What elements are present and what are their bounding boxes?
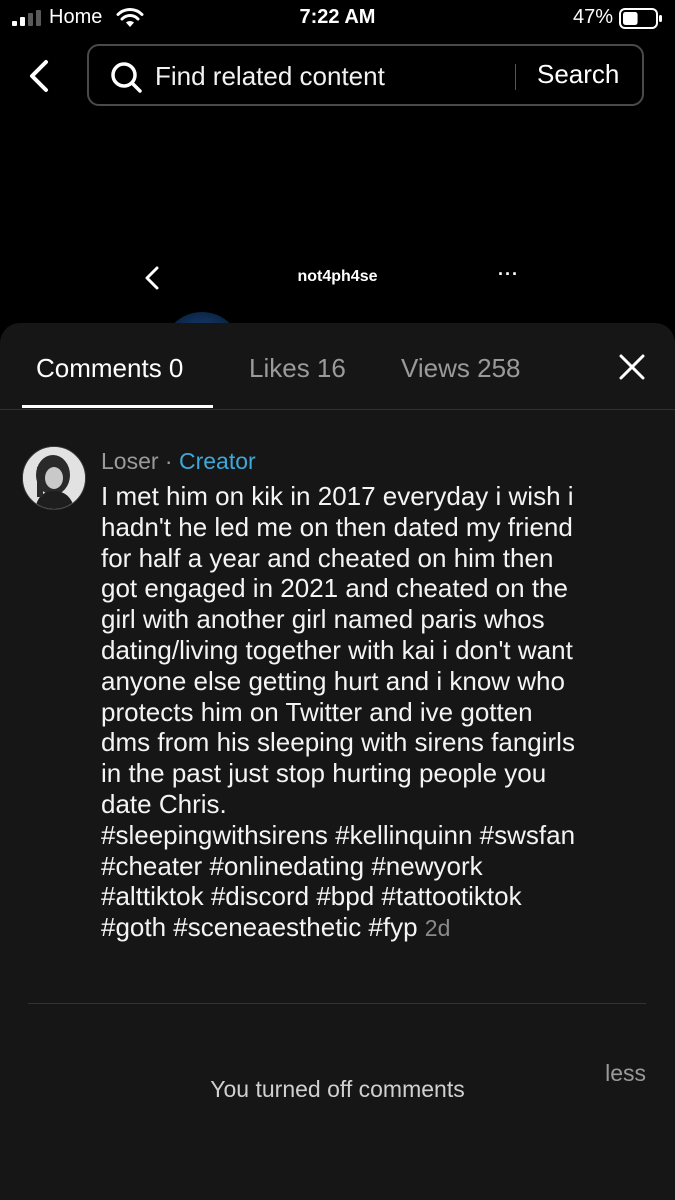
comments-off-message: You turned off comments <box>210 1076 465 1102</box>
tab-views[interactable]: Views 258 <box>401 353 521 384</box>
search-icon <box>111 62 142 93</box>
more-icon[interactable]: ··· <box>498 264 519 285</box>
tab-likes[interactable]: Likes 16 <box>249 353 346 384</box>
comments-panel: Comments 0 Likes 16 Views 258 Loser · Cr… <box>0 323 675 1200</box>
back-icon[interactable] <box>22 56 58 96</box>
video-header: not4ph4se ··· <box>0 262 675 296</box>
close-icon[interactable] <box>618 353 646 381</box>
active-tab-indicator <box>22 405 213 408</box>
comment-time: 2d <box>424 915 451 942</box>
battery-icon <box>619 8 662 29</box>
search-header: Search <box>0 44 675 108</box>
video-username[interactable]: not4ph4se <box>0 268 675 286</box>
panel-tabs: Comments 0 Likes 16 Views 258 <box>0 323 675 410</box>
search-input[interactable] <box>155 58 485 94</box>
comment-body: I met him on kik in 2017 everyday i wish… <box>101 481 656 944</box>
search-divider <box>515 64 516 90</box>
avatar[interactable] <box>22 446 86 510</box>
divider <box>28 1003 646 1004</box>
search-button[interactable]: Search <box>537 59 619 90</box>
comment-text: I met him on kik in 2017 everyday i wish… <box>101 481 576 943</box>
tab-comments[interactable]: Comments 0 <box>36 353 183 384</box>
search-bar[interactable]: Search <box>87 44 644 106</box>
author-separator: · <box>158 448 179 474</box>
comment-author[interactable]: Loser <box>101 448 159 474</box>
creator-badge: Creator <box>179 448 256 474</box>
comment-author-line: Loser · Creator <box>101 448 256 475</box>
avatar-image <box>23 447 85 509</box>
status-bar: Home 7:22 AM 47% <box>0 0 675 38</box>
battery-percent: 47% <box>572 6 613 28</box>
